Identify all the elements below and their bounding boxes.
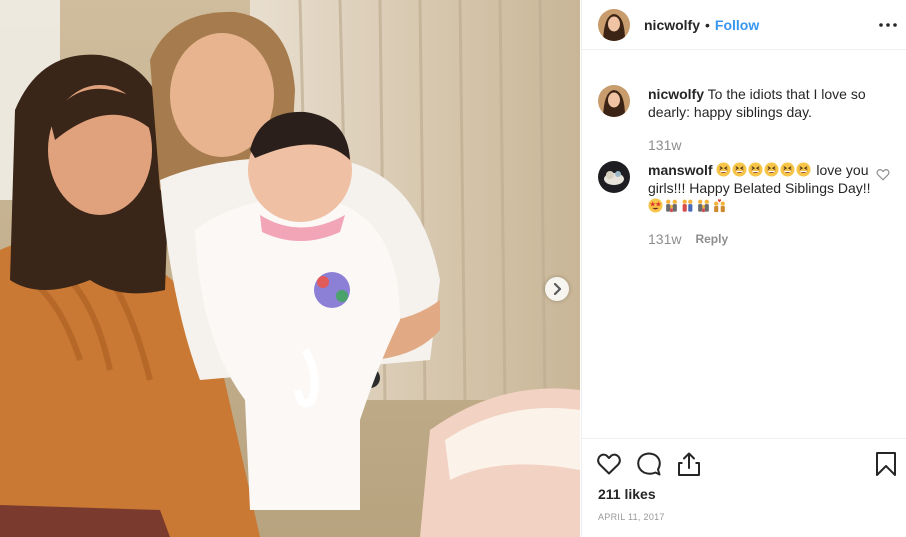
avatar[interactable] [598,8,630,41]
grinning-squint-face-icon [716,162,731,177]
post-header: nicwolfy • Follow [582,0,906,50]
caption-age[interactable]: 131w [648,137,681,153]
more-options-button[interactable] [877,14,899,36]
couple-heart-icon [714,199,725,213]
likes-count[interactable]: 211 likes [598,486,656,502]
comment-age[interactable]: 131w [648,231,681,247]
share-icon [678,452,700,476]
heart-icon [597,453,621,475]
family-icon [698,199,709,213]
post-photo[interactable] [0,0,580,537]
like-button[interactable] [596,451,622,477]
grinning-squint-face-icon [732,162,747,177]
grinning-squint-face-icon [780,162,795,177]
next-photo-button[interactable] [545,277,569,301]
separator-dot: • [705,16,710,33]
emoji-group-leading [716,162,816,178]
grinning-squint-face-icon [764,162,779,177]
avatar[interactable] [598,85,630,117]
more-horizontal-icon [879,23,897,27]
comment-text-block: manswolf love you girls!!! Happy Belated… [648,161,873,215]
reply-button[interactable]: Reply [695,232,728,247]
post-date[interactable]: APRIL 11, 2017 [598,512,665,522]
comment-meta: 131w Reply [648,231,728,247]
caption-username[interactable]: nicwolfy [648,86,704,102]
save-button[interactable] [875,451,899,477]
emoji-group-trailing [648,198,728,214]
grinning-squint-face-icon [748,162,763,177]
share-button[interactable] [676,451,702,477]
photo-image [0,0,580,537]
avatar[interactable] [598,161,630,193]
avatar-image [598,161,630,193]
post-sidebar: nicwolfy • Follow nicwolfy To the idiots… [581,0,906,537]
chevron-right-icon [553,283,562,295]
avatar-image [598,85,630,117]
caption-meta: 131w [648,137,681,153]
comment-icon [637,452,661,476]
bookmark-icon [876,452,896,476]
star-struck-face-icon [648,198,663,213]
comment-button[interactable] [636,451,662,477]
grinning-squint-face-icon [796,162,811,177]
like-comment-button[interactable] [876,168,890,186]
follow-button[interactable]: Follow [715,17,759,33]
post-author-username[interactable]: nicwolfy [644,17,700,33]
post-actions: 211 likes APRIL 11, 2017 [582,438,906,537]
family-icon [666,199,677,213]
couple-icon [682,199,693,212]
caption-text-block: nicwolfy To the idiots that I love so de… [648,85,876,121]
avatar-image [598,8,630,41]
heart-icon [876,169,890,181]
comment-username[interactable]: manswolf [648,162,713,178]
